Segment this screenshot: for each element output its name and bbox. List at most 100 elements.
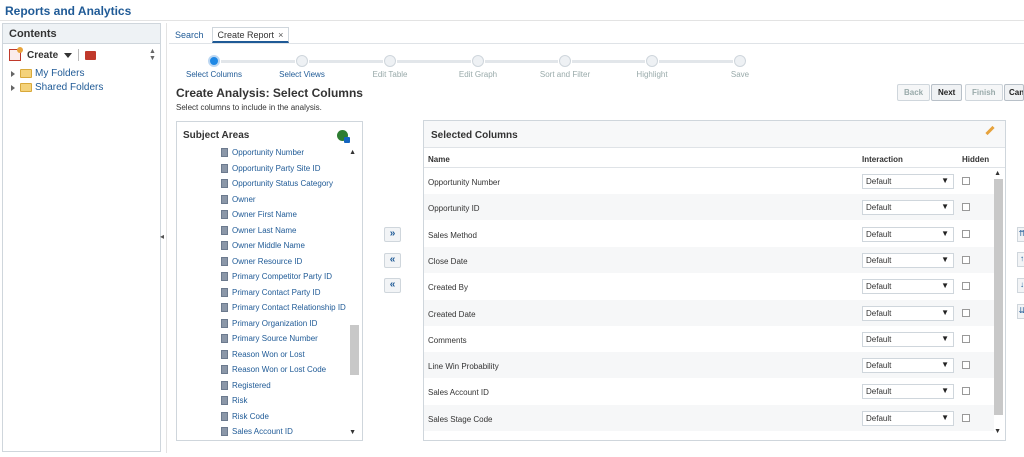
- subject-column-item[interactable]: Risk Code: [221, 411, 269, 421]
- train-step-label[interactable]: Highlight: [636, 70, 667, 79]
- subject-column-item[interactable]: Risk: [221, 396, 248, 405]
- tree-item-label[interactable]: My Folders: [35, 68, 84, 79]
- chevron-down-icon[interactable]: ▼: [941, 334, 949, 343]
- subject-column-item[interactable]: Primary Contact Party ID: [221, 287, 320, 297]
- move-top-button[interactable]: ⇈: [1017, 227, 1024, 242]
- interaction-select[interactable]: Default ▼: [862, 331, 954, 347]
- remove-all-columns-button[interactable]: «: [384, 278, 401, 293]
- tree-item-shared-folders[interactable]: Shared Folders: [11, 82, 103, 93]
- table-row[interactable]: Close Date Default ▼: [424, 246, 994, 273]
- subject-column-item[interactable]: Reason Won or Lost Code: [221, 365, 326, 374]
- table-row[interactable]: Sales Account ID Default ▼: [424, 378, 994, 404]
- train-step-dot[interactable]: [208, 55, 220, 67]
- chevron-down-icon[interactable]: ▼: [941, 386, 949, 395]
- interaction-select[interactable]: Default ▼: [862, 174, 954, 189]
- interaction-select[interactable]: Default ▼: [862, 252, 954, 268]
- interaction-select[interactable]: Default ▼: [862, 384, 954, 400]
- selected-scrollbar-thumb[interactable]: [994, 179, 1003, 415]
- scroll-up-icon[interactable]: ▲: [994, 170, 1001, 177]
- create-report-icon[interactable]: [9, 47, 23, 61]
- move-bottom-button[interactable]: ⇊: [1017, 304, 1024, 319]
- tab-create-report[interactable]: Create Report ×: [211, 27, 290, 43]
- remove-column-button[interactable]: «: [384, 253, 401, 268]
- train-step-dot[interactable]: [646, 55, 658, 67]
- add-subject-area-icon[interactable]: [337, 130, 350, 143]
- subject-scrollbar-thumb[interactable]: [350, 325, 359, 375]
- contents-scroll-arrows[interactable]: ▲ ▼: [148, 48, 157, 62]
- table-row[interactable]: Line Win Probability Default ▼: [424, 352, 994, 379]
- interaction-select[interactable]: Default ▼: [862, 410, 954, 426]
- move-down-button[interactable]: ↓: [1017, 278, 1024, 293]
- tree-item-label[interactable]: Shared Folders: [35, 82, 103, 93]
- hidden-checkbox[interactable]: [962, 177, 970, 185]
- train-step-label[interactable]: Select Columns: [186, 70, 242, 79]
- hidden-checkbox[interactable]: [962, 334, 970, 343]
- chevron-down-icon[interactable]: ▼: [941, 255, 949, 264]
- expand-arrow-icon[interactable]: [11, 70, 15, 77]
- cancel-button[interactable]: Cancel: [1004, 84, 1024, 101]
- train-step-label[interactable]: Edit Graph: [459, 70, 497, 79]
- hidden-checkbox[interactable]: [962, 361, 970, 370]
- table-row[interactable]: Created Date Default ▼: [424, 299, 994, 326]
- interaction-select[interactable]: Default ▼: [862, 279, 954, 295]
- table-row[interactable]: Created By Default ▼: [424, 273, 994, 299]
- scroll-down-icon[interactable]: ▼: [349, 429, 356, 436]
- expand-arrow-icon[interactable]: [11, 84, 15, 91]
- table-row[interactable]: Comments Default ▼: [424, 326, 994, 352]
- subject-column-item[interactable]: Reason Won or Lost: [221, 349, 305, 359]
- tree-item-my-folders[interactable]: My Folders: [11, 68, 84, 79]
- train-step-dot[interactable]: [559, 55, 571, 67]
- chevron-down-icon[interactable]: ▼: [941, 176, 949, 185]
- subject-column-item[interactable]: Primary Source Number: [221, 334, 318, 343]
- subject-column-item[interactable]: Owner Resource ID: [221, 256, 302, 266]
- chevron-down-icon[interactable]: ▼: [941, 360, 949, 369]
- train-step-label[interactable]: Sort and Filter: [540, 70, 590, 79]
- subject-column-item[interactable]: Opportunity Status Category: [221, 179, 333, 188]
- subject-column-item[interactable]: Primary Competitor Party ID: [221, 272, 332, 281]
- back-button[interactable]: Back: [897, 84, 931, 101]
- pane-divider[interactable]: [166, 23, 167, 453]
- interaction-select[interactable]: Default ▼: [862, 358, 954, 374]
- subject-column-item[interactable]: Sales Account ID: [221, 427, 293, 436]
- subject-column-item[interactable]: Owner First Name: [221, 210, 297, 219]
- scroll-down-icon[interactable]: ▼: [994, 428, 1001, 435]
- interaction-select[interactable]: Default ▼: [862, 226, 954, 242]
- chevron-down-icon[interactable]: ▼: [941, 229, 949, 238]
- subject-column-item[interactable]: Owner Last Name: [221, 225, 296, 235]
- subject-column-item[interactable]: Registered: [221, 380, 271, 390]
- create-button[interactable]: Create: [27, 50, 58, 61]
- train-step-label[interactable]: Select Views: [279, 70, 325, 79]
- subject-column-item[interactable]: Owner Middle Name: [221, 241, 305, 250]
- finish-button[interactable]: Finish: [965, 84, 1003, 101]
- train-step-dot[interactable]: [734, 55, 746, 67]
- train-step-label[interactable]: Edit Table: [373, 70, 408, 79]
- interaction-select[interactable]: Default ▼: [862, 305, 954, 321]
- pencil-icon[interactable]: [985, 125, 995, 136]
- interaction-select[interactable]: Default ▼: [862, 200, 954, 216]
- catalog-book-icon[interactable]: [85, 50, 97, 60]
- chevron-down-icon[interactable]: ▼: [941, 413, 949, 422]
- train-step-dot[interactable]: [296, 55, 308, 67]
- hidden-checkbox[interactable]: [962, 203, 970, 212]
- hidden-checkbox[interactable]: [962, 413, 970, 422]
- subject-column-item[interactable]: Opportunity Party Site ID: [221, 163, 320, 173]
- hidden-checkbox[interactable]: [962, 255, 970, 264]
- chevron-down-icon[interactable]: ▼: [941, 281, 949, 290]
- hidden-checkbox[interactable]: [962, 229, 970, 238]
- table-row[interactable]: Opportunity ID Default ▼: [424, 194, 994, 221]
- table-row[interactable]: Sales Method Default ▼: [424, 221, 994, 247]
- subject-column-item[interactable]: Opportunity Number: [221, 148, 304, 157]
- train-step-dot[interactable]: [384, 55, 396, 67]
- scroll-up-icon[interactable]: ▲: [349, 149, 356, 156]
- table-row[interactable]: Sales Stage Code Default ▼: [424, 404, 994, 431]
- train-step-label[interactable]: Save: [731, 70, 749, 79]
- create-dropdown-icon[interactable]: [64, 52, 73, 58]
- close-tab-icon[interactable]: ×: [278, 30, 283, 40]
- hidden-checkbox[interactable]: [962, 387, 970, 396]
- tab-search[interactable]: Search: [169, 27, 210, 43]
- next-button[interactable]: Next: [931, 84, 963, 101]
- subject-column-item[interactable]: Owner: [221, 194, 256, 204]
- subject-column-item[interactable]: Primary Organization ID: [221, 318, 317, 328]
- subject-column-item[interactable]: Primary Contact Relationship ID: [221, 303, 346, 312]
- train-step-dot[interactable]: [472, 55, 484, 67]
